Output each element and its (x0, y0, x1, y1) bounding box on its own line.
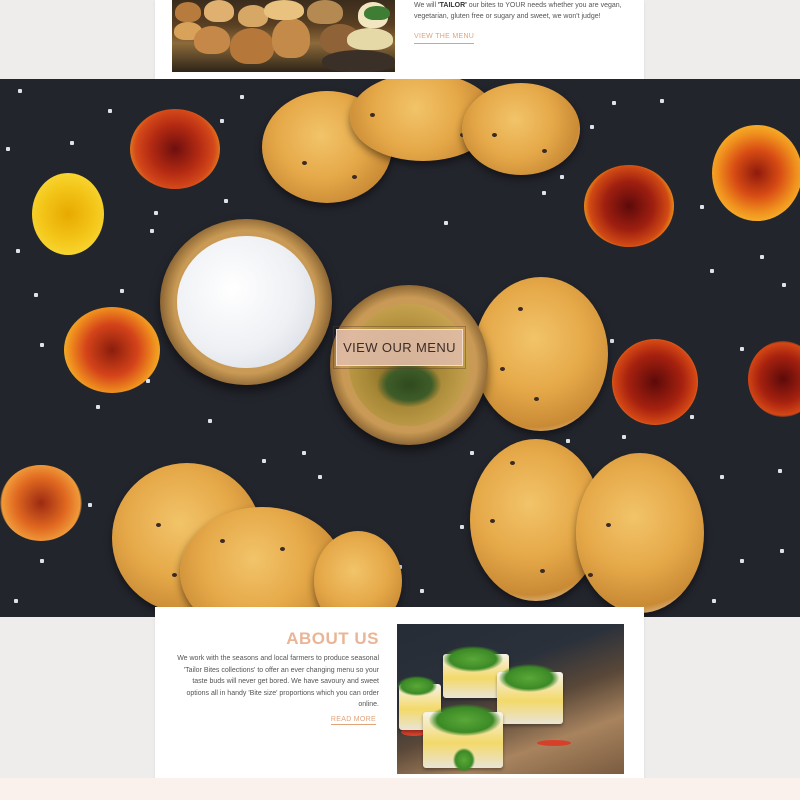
pastries-photo (172, 0, 395, 72)
marigold-red-edge-right (748, 341, 800, 417)
hero-banner: VIEW OUR MENU (0, 79, 800, 617)
marigold-bottom-left (0, 465, 82, 541)
marigold-yellow-left (32, 173, 104, 255)
tailor-text-before: We will (414, 2, 438, 9)
footer-strip (0, 778, 800, 800)
view-the-menu-link[interactable]: VIEW THE MENU (414, 31, 475, 44)
about-description: We work with the seasons and local farme… (177, 655, 379, 708)
marigold-red-top-left (130, 109, 220, 189)
read-more-wrapper: READ MORE (330, 708, 376, 726)
read-more-link[interactable]: READ MORE (330, 716, 376, 725)
marigold-orange-left (64, 307, 160, 393)
tailor-text-highlight: 'TAILOR' (437, 2, 467, 9)
tailor-description: We will 'TAILOR' our bites to YOUR needs… (414, 0, 629, 44)
marigold-orange-right (712, 125, 800, 221)
tailor-card: We will 'TAILOR' our bites to YOUR needs… (155, 0, 644, 89)
about-card: ABOUT US We work with the seasons and lo… (155, 607, 644, 792)
about-title: ABOUT US (286, 629, 379, 648)
marigold-red-right (584, 165, 674, 247)
marigold-red-mid-right (612, 339, 698, 425)
salt-bowl (160, 219, 332, 385)
bites-photo (397, 624, 624, 774)
view-our-menu-button[interactable]: VIEW OUR MENU (333, 326, 466, 369)
